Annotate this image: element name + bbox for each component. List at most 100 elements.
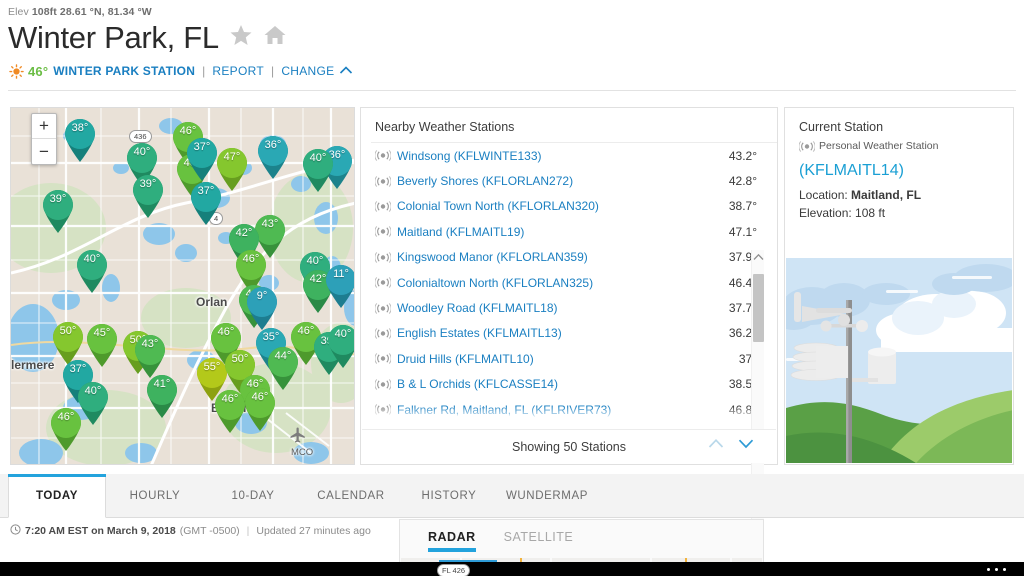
station-row[interactable]: Falkner Rd, Maitland, FL (KFLRIVER73) 46.…	[371, 397, 777, 422]
station-row[interactable]: Maitland (KFLMAITL19) 47.1°	[371, 219, 777, 244]
map-marker-temp: 40°	[133, 146, 151, 158]
radar-tab-radar[interactable]: RADAR	[428, 530, 476, 552]
station-row[interactable]: Colonial Town North (KFLORLAN320) 38.7°	[371, 194, 777, 219]
station-row[interactable]: Druid Hills (KFLMAITL10) 37°	[371, 346, 777, 371]
updated-ago: Updated 27 minutes ago	[256, 525, 371, 537]
stations-list[interactable]: Windsong (KFLWINTE133) 43.2° Beverly Shore…	[371, 142, 777, 422]
stations-footer: Showing 50 Stations	[362, 429, 776, 463]
map-marker[interactable]: 9°	[243, 285, 281, 331]
zoom-in-button[interactable]: +	[32, 114, 56, 139]
current-station-link[interactable]: WINTER PARK STATION	[53, 64, 195, 78]
observation-timestamp: 7:20 AM EST on March 9, 2018 (GMT -0500)…	[10, 524, 371, 538]
tab-history[interactable]: HISTORY	[400, 474, 498, 517]
stations-count-label: Showing 50 Stations	[512, 439, 626, 454]
report-link[interactable]: REPORT	[212, 64, 264, 78]
tab-10-day[interactable]: 10-DAY	[204, 474, 302, 517]
home-icon[interactable]	[263, 23, 287, 52]
pager-down-icon[interactable]	[738, 438, 754, 452]
map-marker-temp: 38°	[71, 122, 89, 134]
map-marker[interactable]: 46°	[47, 406, 85, 452]
station-name-link[interactable]: Windsong (KFLWINTE133)	[397, 149, 715, 163]
sun-icon	[8, 63, 24, 79]
star-icon[interactable]	[229, 23, 253, 52]
location-label: Location:	[799, 188, 848, 202]
map-marker-temp: 35°	[262, 331, 280, 343]
map-marker-temp: 40°	[84, 385, 102, 397]
station-row[interactable]: Kingswood Manor (KFLORLAN359) 37.9°	[371, 245, 777, 270]
station-row[interactable]: English Estates (KFLMAITL13) 36.2°	[371, 321, 777, 346]
current-station-location: Location: Maitland, FL	[785, 186, 1013, 204]
station-row[interactable]: Colonialtown North (KFLORLAN325) 46.4°	[371, 270, 777, 295]
station-temperature: 37°	[738, 351, 757, 366]
station-name-link[interactable]: Maitland (KFLMAITL19)	[397, 225, 715, 239]
radar-tab-satellite[interactable]: SATELLITE	[504, 530, 574, 552]
station-row[interactable]: B & L Orchids (KFLCASSE14) 38.5°	[371, 372, 777, 397]
map-marker[interactable]: 39°	[129, 173, 167, 219]
radar-tabs[interactable]: RADAR SATELLITE	[400, 520, 763, 552]
station-name-link[interactable]: Kingswood Manor (KFLORLAN359)	[397, 250, 715, 264]
station-row[interactable]: Woodley Road (KFLMAITL18) 37.7°	[371, 295, 777, 320]
station-name-link[interactable]: English Estates (KFLMAITL13)	[397, 326, 715, 340]
station-temperature: 37.7°	[728, 301, 757, 316]
map-marker[interactable]: 40°	[324, 323, 354, 369]
map-marker[interactable]: 38°	[61, 117, 99, 163]
station-name-link[interactable]: Woodley Road (KFLMAITL18)	[397, 301, 715, 315]
tab-hourly[interactable]: HOURLY	[106, 474, 204, 517]
map-marker-temp: 36°	[264, 139, 282, 151]
station-map[interactable]: + − 4364 OrlanBelle IslelermereMCO 38°40…	[10, 107, 355, 465]
map-marker[interactable]: 37°	[183, 136, 221, 182]
map-marker-temp: 40°	[334, 328, 352, 340]
map-marker-temp: 39°	[139, 178, 157, 190]
station-temperature: 46.4°	[728, 275, 757, 290]
map-marker[interactable]: 39°	[39, 188, 77, 234]
tab-calendar[interactable]: CALENDAR	[302, 474, 400, 517]
observation-time: 7:20 AM EST on March 9, 2018	[25, 525, 176, 537]
map-marker[interactable]: 46°	[211, 388, 249, 434]
station-name-link[interactable]: Colonial Town North (KFLORLAN320)	[397, 199, 715, 213]
station-row[interactable]: Beverly Shores (KFLORLAN272) 42.8°	[371, 168, 777, 193]
map-marker[interactable]: 37°	[187, 180, 225, 226]
overflow-menu-icon[interactable]	[987, 567, 1006, 571]
map-marker-temp: 46°	[221, 393, 239, 405]
tab-today[interactable]: TODAY	[8, 474, 106, 518]
station-temperature: 42.8°	[728, 174, 757, 189]
station-temperature: 43.2°	[728, 148, 757, 163]
map-marker[interactable]: 36°	[254, 134, 292, 180]
scroll-up-arrow-icon[interactable]	[752, 250, 764, 264]
station-temperature: 47.1°	[728, 224, 757, 239]
meta-separator: |	[246, 525, 250, 537]
station-name-link[interactable]: Colonialtown North (KFLORLAN325)	[397, 276, 715, 290]
map-marker[interactable]: 41°	[143, 373, 181, 419]
station-name-link[interactable]: Falkner Rd, Maitland, FL (KFLRIVER73)	[397, 403, 715, 417]
station-summary-row: 46° WINTER PARK STATION | REPORT | CHANG…	[8, 63, 353, 79]
current-station-id[interactable]: (KFLMAITL14)	[785, 156, 1013, 186]
station-name-link[interactable]: B & L Orchids (KFLCASSE14)	[397, 377, 715, 391]
signal-icon	[375, 150, 397, 162]
current-station-type-label: Personal Weather Station	[819, 140, 939, 152]
station-row[interactable]: Windsong (KFLWINTE133) 43.2°	[371, 143, 777, 168]
map-zoom-controls[interactable]: + −	[31, 113, 57, 165]
zoom-out-button[interactable]: −	[32, 139, 56, 164]
map-marker-temp: 50°	[231, 353, 249, 365]
scrollbar-thumb[interactable]	[753, 274, 764, 342]
weather-station-illustration	[786, 258, 1012, 463]
chevron-up-icon[interactable]	[339, 64, 353, 78]
station-name-link[interactable]: Beverly Shores (KFLORLAN272)	[397, 174, 715, 188]
map-marker-temp: 46°	[217, 326, 235, 338]
radar-route-shield: FL 426	[437, 564, 471, 576]
map-marker-temp: 42°	[235, 227, 253, 239]
change-link[interactable]: CHANGE	[281, 64, 334, 78]
station-temperature: 46.8°	[728, 402, 757, 417]
section-tabbar[interactable]: TODAY HOURLY 10-DAY CALENDAR HISTORY WUNDERMA…	[0, 474, 1024, 518]
tab-wundermap[interactable]: WUNDERMAP	[498, 474, 596, 517]
elevation-value: 108ft 28.61 °N, 81.34 °W	[31, 6, 152, 18]
stations-pager[interactable]	[708, 438, 754, 452]
map-marker[interactable]: 11°	[322, 263, 354, 309]
current-station-title: Current Station	[799, 120, 884, 134]
header-separator-2: |	[270, 64, 275, 78]
pager-up-icon[interactable]	[708, 438, 724, 452]
map-marker[interactable]: 40°	[299, 147, 337, 193]
elevation-coordinates: Elev 108ft 28.61 °N, 81.34 °W	[8, 6, 152, 18]
map-marker[interactable]: 40°	[73, 248, 111, 294]
station-name-link[interactable]: Druid Hills (KFLMAITL10)	[397, 352, 715, 366]
